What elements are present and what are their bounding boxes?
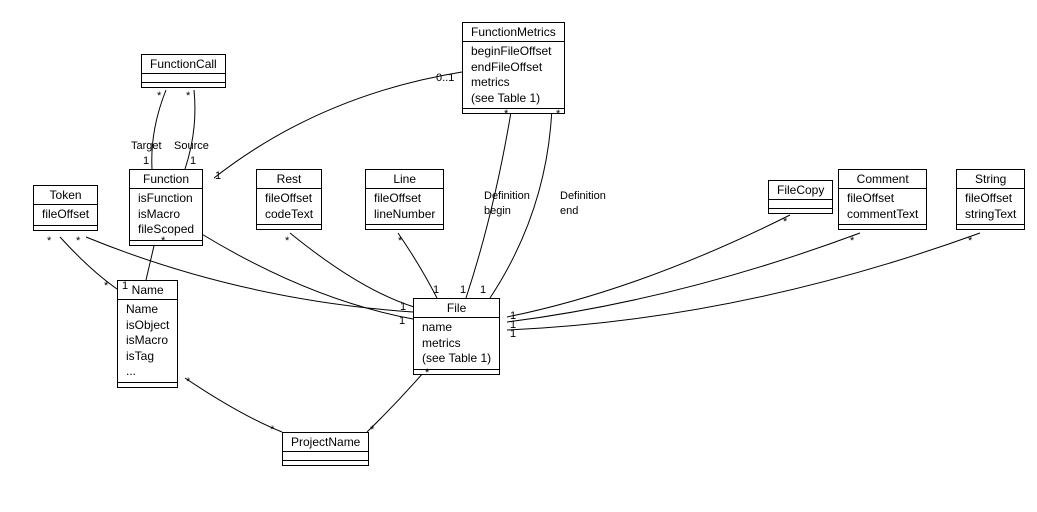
attr: isObject xyxy=(126,318,169,334)
attr: stringText xyxy=(965,207,1016,223)
attr: fileOffset xyxy=(42,207,89,223)
mult-star: * xyxy=(186,90,190,102)
mult-one: 1 xyxy=(143,155,149,167)
mult-star: * xyxy=(161,235,165,247)
mult-one: 1 xyxy=(190,155,196,167)
mult-star: * xyxy=(186,376,190,388)
class-title: File xyxy=(414,299,499,318)
attr: isFunction xyxy=(138,191,194,207)
attr: name xyxy=(422,320,491,336)
attr: (see Table 1) xyxy=(471,91,556,107)
mult-star: * xyxy=(556,108,560,120)
mult-star: * xyxy=(425,367,429,379)
class-title: ProjectName xyxy=(283,433,368,452)
attr: fileOffset xyxy=(965,191,1016,207)
mult-star: * xyxy=(285,235,289,247)
attr: isTag xyxy=(126,349,169,365)
mult-one: 1 xyxy=(400,301,406,313)
mult-star: * xyxy=(850,235,854,247)
mult-one: 1 xyxy=(399,315,405,327)
attr: fileOffset xyxy=(374,191,435,207)
attr: endFileOffset xyxy=(471,60,556,76)
class-line: Line fileOffset lineNumber xyxy=(365,169,444,230)
mult-star: * xyxy=(968,235,972,247)
class-title: FunctionCall xyxy=(142,55,225,74)
class-functionmetrics: FunctionMetrics beginFileOffset endFileO… xyxy=(462,22,565,114)
mult-star: * xyxy=(398,235,402,247)
attr: lineNumber xyxy=(374,207,435,223)
class-title: Rest xyxy=(257,170,321,189)
class-name: Name Name isObject isMacro isTag ... xyxy=(117,280,178,388)
mult-one: 1 xyxy=(215,170,221,182)
mult-star: * xyxy=(270,424,274,436)
mult-star: * xyxy=(370,424,374,436)
mult-star: * xyxy=(783,216,787,228)
attr: isMacro xyxy=(138,207,194,223)
mult-one: 1 xyxy=(510,328,516,340)
class-title: Function xyxy=(130,170,202,189)
role-target: Target xyxy=(131,140,162,152)
class-title: Line xyxy=(366,170,443,189)
mult-star: * xyxy=(504,108,508,120)
class-filecopy: FileCopy xyxy=(768,180,833,214)
mult-star: * xyxy=(76,235,80,247)
attr: codeText xyxy=(265,207,313,223)
attr: metrics xyxy=(422,336,491,352)
class-comment: Comment fileOffset commentText xyxy=(838,169,927,230)
mult-star: * xyxy=(157,90,161,102)
attr: metrics xyxy=(471,75,556,91)
class-title: Token xyxy=(34,186,97,205)
class-function: Function isFunction isMacro fileScoped xyxy=(129,169,203,246)
mult-one: 1 xyxy=(480,284,486,296)
class-file: File name metrics (see Table 1) xyxy=(413,298,500,375)
class-title: Comment xyxy=(839,170,926,189)
class-title: FileCopy xyxy=(769,181,832,200)
class-title: FunctionMetrics xyxy=(463,23,564,42)
attr: fileScoped xyxy=(138,222,194,238)
mult-star: * xyxy=(104,280,108,292)
mult-star: * xyxy=(47,235,51,247)
role-begin: begin xyxy=(484,205,511,217)
attr: commentText xyxy=(847,207,918,223)
mult-one: 1 xyxy=(122,280,128,292)
attr: Name xyxy=(126,302,169,318)
class-rest: Rest fileOffset codeText xyxy=(256,169,322,230)
role-definition: Definition xyxy=(560,190,606,202)
attr: beginFileOffset xyxy=(471,44,556,60)
class-string: String fileOffset stringText xyxy=(956,169,1025,230)
attr: (see Table 1) xyxy=(422,351,491,367)
mult-zeroone: 0..1 xyxy=(436,72,454,84)
class-functioncall: FunctionCall xyxy=(141,54,226,88)
class-token: Token fileOffset xyxy=(33,185,98,231)
attr: isMacro xyxy=(126,333,169,349)
attr: fileOffset xyxy=(847,191,918,207)
role-source: Source xyxy=(174,140,209,152)
class-title: String xyxy=(957,170,1024,189)
role-definition: Definition xyxy=(484,190,530,202)
class-projectname: ProjectName xyxy=(282,432,369,466)
mult-one: 1 xyxy=(460,284,466,296)
attr: fileOffset xyxy=(265,191,313,207)
role-end: end xyxy=(560,205,578,217)
attr: ... xyxy=(126,364,169,380)
mult-one: 1 xyxy=(433,284,439,296)
